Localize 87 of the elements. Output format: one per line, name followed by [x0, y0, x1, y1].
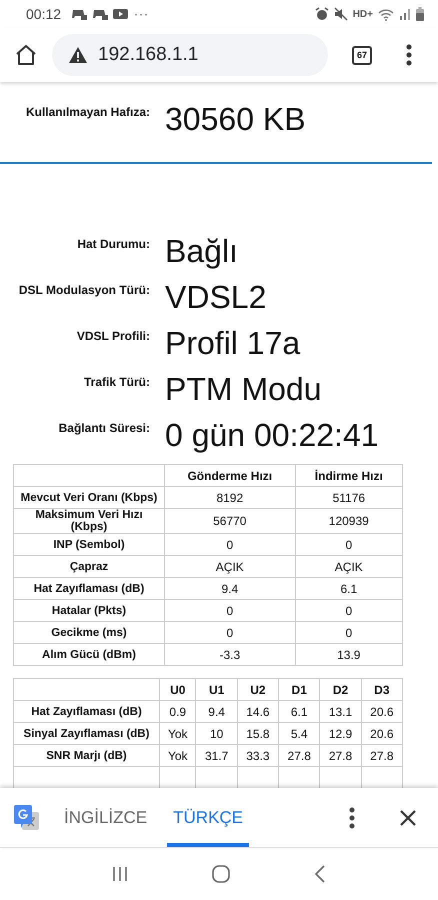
table-cell: 51176: [295, 486, 402, 508]
table-cell: 31.7: [196, 744, 238, 766]
field-value: PTM Modu: [165, 370, 322, 409]
table-cell: 27.8: [278, 744, 320, 766]
row-header: Gecikme (ms): [14, 622, 164, 644]
table-cell: 12.9: [320, 722, 362, 744]
row-header: Maksimum Veri Hızı (Kbps): [14, 508, 164, 534]
field-label: Trafik Türü:: [82, 374, 150, 391]
wifi-icon: [378, 8, 394, 20]
table-cell: 8192: [164, 486, 296, 508]
column-header: U2: [237, 678, 279, 700]
back-icon[interactable]: [314, 865, 326, 883]
table-cell: 0.9: [160, 700, 196, 722]
row-header: Hat Zayıflaması (dB): [14, 700, 160, 722]
column-header: İndirme Hızı: [295, 464, 402, 486]
network-type-label: HD+: [352, 8, 373, 20]
recent-apps-icon[interactable]: [112, 866, 128, 882]
signal-icon: [399, 8, 411, 20]
address-bar[interactable]: 192.168.1.1: [52, 34, 328, 76]
field-value: 30560 KB: [165, 100, 307, 139]
table-cell: 27.8: [361, 744, 402, 766]
table-cell: 9.4: [196, 700, 238, 722]
url-text: 192.168.1.1: [98, 44, 198, 66]
field-value: Profil 17a: [165, 324, 302, 363]
table-cell: 0: [164, 600, 296, 622]
translate-icon: [14, 804, 40, 832]
field-label: VDSL Profili:: [76, 328, 150, 345]
field-label: Hat Durumu:: [76, 236, 150, 253]
tab-count-button[interactable]: 67: [352, 46, 372, 64]
close-icon[interactable]: [399, 808, 417, 826]
table-cell: 33.3: [237, 744, 279, 766]
table-cell: AÇIK: [164, 556, 296, 578]
table-cell: AÇIK: [295, 556, 402, 578]
table-cell: 120939: [295, 508, 402, 534]
column-header: U1: [196, 678, 238, 700]
table-cell: 6.1: [278, 700, 320, 722]
table-cell: 13.9: [295, 644, 402, 666]
row-header: Hatalar (Pkts): [14, 600, 164, 622]
row-header: INP (Sembol): [14, 534, 164, 556]
column-header: U0: [160, 678, 196, 700]
more-options-icon[interactable]: [406, 44, 412, 66]
row-header: Çapraz: [14, 556, 164, 578]
warning-icon: [68, 46, 88, 64]
video-play-icon: [113, 8, 128, 20]
clock-time: 00:12: [26, 6, 62, 22]
column-header: D1: [278, 678, 320, 700]
table-cell: 0: [164, 534, 296, 556]
row-header: Hat Zayıflaması (dB): [14, 578, 164, 600]
row-header: Sinyal Zayıflaması (dB): [14, 722, 160, 744]
more-notifications-indicator: ···: [134, 7, 150, 21]
row-header: SNR Marjı (dB): [14, 744, 160, 766]
field-label: Bağlantı Süresi:: [58, 420, 150, 437]
alarm-clock-icon: [314, 7, 329, 21]
table-cell: 6.1: [295, 578, 402, 600]
column-header: Gönderme Hızı: [164, 464, 296, 486]
table-cell: 0: [295, 600, 402, 622]
table-cell: -3.3: [164, 644, 296, 666]
table-cell: Yok: [160, 744, 196, 766]
table-cell: 5.4: [278, 722, 320, 744]
table-cell: 20.6: [361, 700, 402, 722]
table-cell: 0: [295, 534, 402, 556]
table-cell: 20.6: [361, 722, 402, 744]
home-icon[interactable]: [14, 44, 38, 66]
table-cell: 9.4: [164, 578, 296, 600]
language-tab[interactable]: İNGİLİZCE: [58, 788, 154, 847]
field-label: Kullanılmayan Hafıza:: [24, 104, 150, 121]
table-cell: Yok: [160, 722, 196, 744]
column-header: D2: [320, 678, 362, 700]
table-cell: 0: [295, 622, 402, 644]
column-header: D3: [361, 678, 402, 700]
table-cell: 27.8: [320, 744, 362, 766]
mute-icon: [334, 7, 348, 21]
more-options-icon[interactable]: [349, 806, 355, 828]
table-cell: 56770: [164, 508, 296, 534]
battery-icon: [416, 7, 424, 21]
field-value: VDSL2: [165, 278, 268, 317]
table-cell: 13.1: [320, 700, 362, 722]
row-header: Mevcut Veri Oranı (Kbps): [14, 486, 164, 508]
field-value: Bağlı: [165, 232, 239, 271]
home-icon[interactable]: [212, 865, 230, 883]
table-cell: 15.8: [237, 722, 279, 744]
field-value: 0 gün 00:22:41: [165, 416, 380, 455]
field-label: DSL Modulasyon Türü:: [18, 282, 150, 299]
table-cell: 14.6: [237, 700, 279, 722]
row-header: Alım Gücü (dBm): [14, 644, 164, 666]
table-cell: 0: [164, 622, 296, 644]
table-cell: 10: [196, 722, 238, 744]
